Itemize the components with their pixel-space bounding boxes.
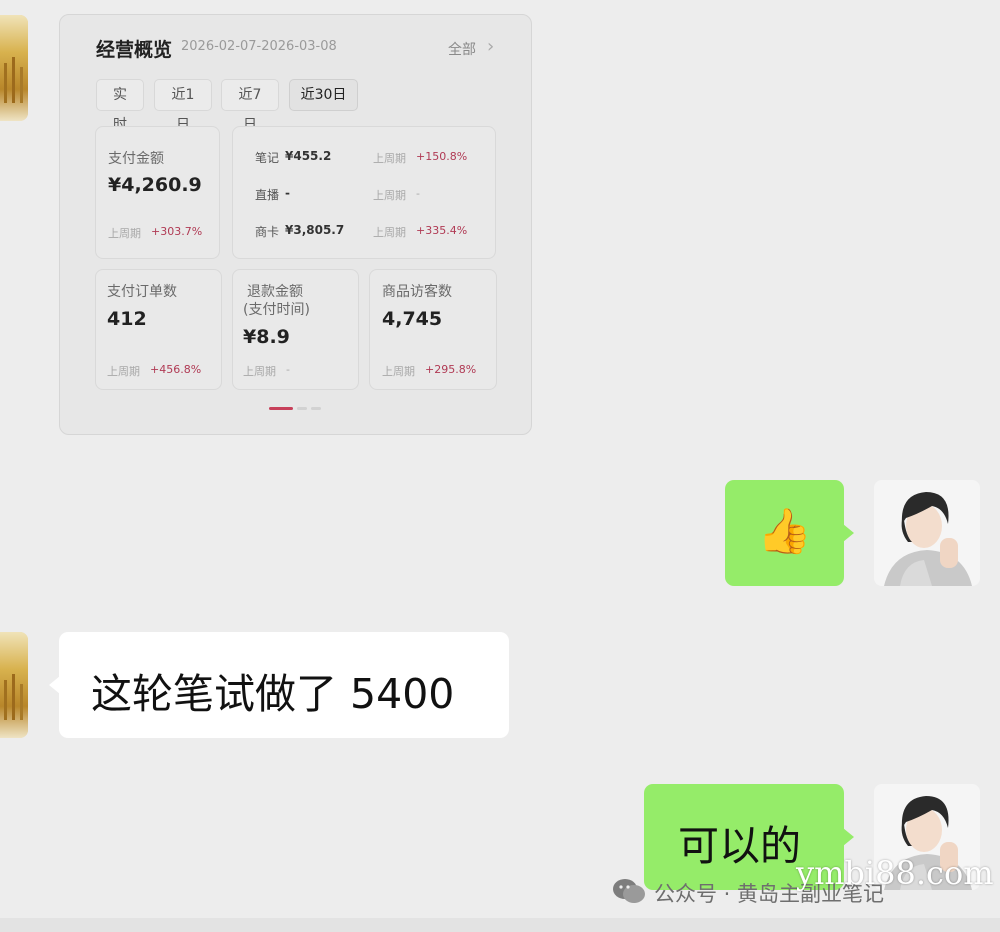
pay-amount-prev-label: 上周期: [108, 227, 141, 240]
chevron-right-icon: ›: [487, 36, 495, 57]
refund-sub-label: (支付时间): [243, 302, 310, 318]
bubble-tail: [843, 828, 854, 846]
message-text: 这轮笔试做了 5400: [91, 670, 455, 718]
avatar-image: [0, 632, 28, 738]
refund-change: -: [286, 363, 290, 376]
card-item-value: ¥3,805.7: [285, 223, 345, 237]
tab-7day: 近7日: [221, 79, 279, 133]
pay-amount-panel: 支付金额 ¥4,260.9 上周期 +303.7%: [95, 126, 220, 259]
visitors-change: +295.8%: [425, 363, 477, 376]
person-avatar-icon: [874, 480, 980, 586]
visitors-value: 4,745: [382, 308, 443, 330]
pay-breakdown-panel: 笔记 ¥455.2 上周期 +150.8% 直播 - 上周期 - 商卡 ¥3,8…: [232, 126, 496, 259]
live-change: -: [416, 187, 420, 200]
visitors-panel: 商品访客数 4,745 上周期 +295.8%: [369, 269, 497, 390]
orders-label: 支付订单数: [107, 284, 177, 300]
contact-avatar[interactable]: [0, 632, 28, 738]
pay-amount-change: +303.7%: [151, 225, 203, 238]
card-item-change: +335.4%: [416, 224, 468, 237]
message-text: 可以的: [678, 822, 801, 870]
orders-prev-label: 上周期: [107, 365, 140, 378]
note-change: +150.8%: [416, 150, 468, 163]
pay-amount-value: ¥4,260.9: [108, 174, 202, 196]
note-prev-label: 上周期: [373, 152, 406, 165]
visitors-label: 商品访客数: [382, 284, 452, 300]
pager-dot: [311, 407, 321, 410]
card-title: 经营概览: [96, 39, 173, 61]
bubble-tail: [843, 524, 854, 542]
watermark-text: ymbi88.com: [796, 854, 994, 892]
refund-prev-label: 上周期: [243, 365, 276, 378]
refund-value: ¥8.9: [243, 326, 290, 348]
live-value: -: [285, 186, 290, 200]
live-prev-label: 上周期: [373, 189, 406, 202]
message-bubble-left[interactable]: 这轮笔试做了 5400: [59, 632, 509, 738]
contact-avatar[interactable]: [0, 15, 28, 121]
orders-change: +456.8%: [150, 363, 202, 376]
thumbs-up-icon: 👍: [757, 506, 812, 557]
orders-panel: 支付订单数 412 上周期 +456.8%: [95, 269, 222, 390]
tab-30day: 近30日: [289, 79, 358, 111]
tab-1day: 近1日: [154, 79, 212, 133]
refund-panel: 退款金额 (支付时间) ¥8.9 上周期 -: [232, 269, 359, 390]
avatar-image: [0, 15, 28, 121]
my-avatar[interactable]: [874, 480, 980, 586]
pager-dot-active: [269, 407, 293, 410]
note-value: ¥455.2: [285, 149, 332, 163]
visitors-prev-label: 上周期: [382, 365, 415, 378]
card-item-prev-label: 上周期: [373, 226, 406, 239]
card-date-range: 2026-02-07-2026-03-08: [181, 39, 337, 54]
orders-value: 412: [107, 308, 147, 330]
pay-amount-label: 支付金额: [108, 151, 164, 167]
refund-label: 退款金额: [247, 284, 303, 300]
live-label: 直播: [255, 188, 280, 202]
pager-dot: [297, 407, 307, 410]
bottom-edge: [0, 918, 1000, 932]
note-label: 笔记: [255, 151, 280, 165]
card-item-label: 商卡: [255, 225, 280, 239]
wechat-icon: [613, 879, 645, 903]
tab-realtime: 实时: [96, 79, 144, 133]
view-all-link: 全部: [448, 42, 476, 58]
message-bubble-right[interactable]: 👍: [725, 480, 844, 586]
business-overview-screenshot[interactable]: 经营概览 2026-02-07-2026-03-08 全部 › 实时 近1日 近…: [59, 14, 532, 435]
